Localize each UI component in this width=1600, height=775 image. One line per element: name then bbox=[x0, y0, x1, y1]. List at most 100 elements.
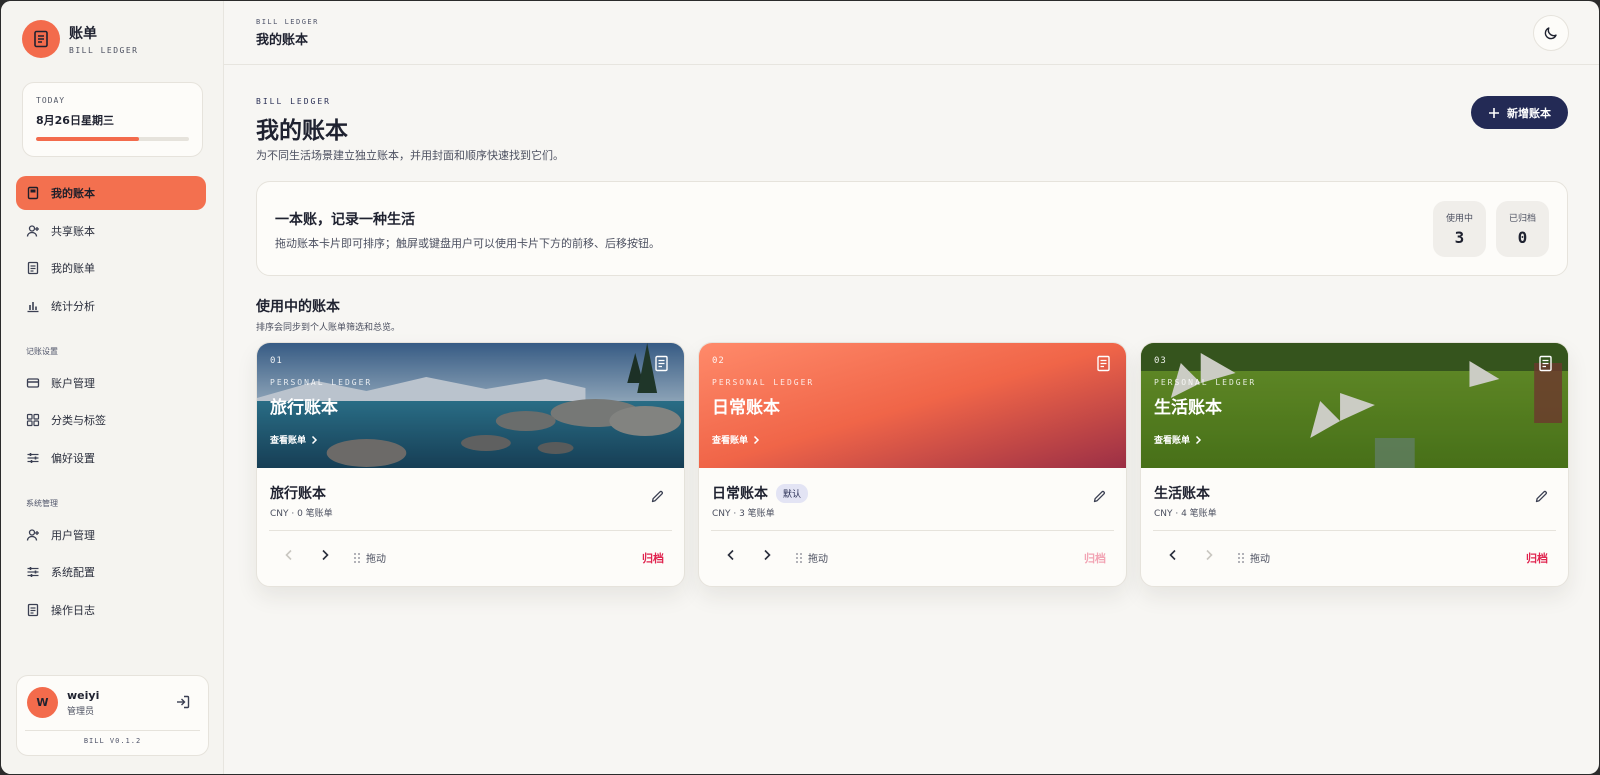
today-date: 8月26日星期三 bbox=[36, 114, 114, 127]
sidebar-item-categories[interactable]: 分类与标签 bbox=[16, 403, 206, 437]
sidebar: 账单 BILL LEDGER TODAY 8月26日星期三 我的账本 共享账本 … bbox=[1, 1, 224, 774]
stat-active: 使用中 3 bbox=[1433, 201, 1486, 257]
today-label: TODAY bbox=[36, 96, 66, 105]
topbar: BILL LEDGER 我的账本 bbox=[224, 1, 1599, 65]
move-prev-button[interactable] bbox=[1165, 547, 1181, 567]
ledger-card[interactable]: 01 PERSONAL LEDGER 旅行账本 查看账单 旅行账本 CNY · … bbox=[256, 342, 685, 587]
ledger-name: 日常账本 bbox=[712, 486, 768, 502]
edit-ledger-button[interactable] bbox=[1534, 489, 1548, 508]
user-plus-icon bbox=[26, 529, 39, 541]
drag-handle[interactable]: 拖动 bbox=[1237, 550, 1270, 565]
view-bills-label: 查看账单 bbox=[1154, 436, 1191, 446]
book-icon bbox=[27, 186, 39, 200]
ledger-eyebrow: PERSONAL LEDGER bbox=[1154, 378, 1257, 387]
ledger-order-number: 03 bbox=[1154, 356, 1167, 366]
move-next-button[interactable] bbox=[759, 547, 775, 567]
ledger-cover-title: 日常账本 bbox=[712, 398, 780, 418]
main-content: BILL LEDGER 我的账本 BILL LEDGER 我的账本 为不同生活场… bbox=[224, 1, 1599, 774]
plus-icon bbox=[1489, 107, 1499, 118]
add-ledger-button[interactable]: 新增账本 bbox=[1471, 96, 1568, 129]
ledger-name: 旅行账本 bbox=[270, 486, 326, 502]
chevron-right-icon bbox=[1206, 549, 1213, 561]
view-bills-link[interactable]: 查看账单 bbox=[270, 433, 318, 446]
ledger-name: 生活账本 bbox=[1154, 486, 1210, 502]
stat-archived: 已归档 0 bbox=[1496, 201, 1549, 257]
logout-button[interactable] bbox=[175, 694, 191, 714]
sidebar-item-my-ledgers[interactable]: 我的账本 bbox=[16, 176, 206, 210]
chevron-left-icon bbox=[285, 549, 292, 561]
ledger-cover[interactable]: 01 PERSONAL LEDGER 旅行账本 查看账单 bbox=[257, 343, 684, 468]
topbar-eyebrow: BILL LEDGER bbox=[256, 18, 319, 26]
user-plus-icon bbox=[26, 225, 39, 237]
ledger-cover[interactable]: 02 PERSONAL LEDGER 日常账本 查看账单 bbox=[699, 343, 1126, 468]
ledger-card[interactable]: 02 PERSONAL LEDGER 日常账本 查看账单 日常账本 默认 CNY… bbox=[698, 342, 1127, 587]
brand[interactable]: 账单 BILL LEDGER bbox=[22, 20, 138, 58]
ledger-eyebrow: PERSONAL LEDGER bbox=[270, 378, 373, 387]
sidebar-item-label: 统计分析 bbox=[51, 300, 95, 313]
sidebar-item-label: 账户管理 bbox=[51, 377, 95, 390]
drag-label: 拖动 bbox=[808, 554, 828, 565]
sidebar-item-users[interactable]: 用户管理 bbox=[16, 518, 206, 552]
pencil-icon bbox=[651, 490, 663, 503]
app-version: BILL V0.1.2 bbox=[83, 737, 142, 745]
receipt-icon bbox=[27, 603, 39, 617]
archive-button[interactable]: 归档 bbox=[642, 550, 664, 566]
drag-handle[interactable]: 拖动 bbox=[795, 550, 828, 565]
chevron-right-icon bbox=[753, 435, 760, 444]
default-badge: 默认 bbox=[776, 483, 809, 503]
ledger-cover[interactable]: 03 PERSONAL LEDGER 生活账本 查看账单 bbox=[1141, 343, 1568, 468]
archive-button[interactable]: 归档 bbox=[1084, 550, 1106, 566]
moon-icon bbox=[1544, 27, 1557, 40]
brand-title: 账单 bbox=[69, 26, 97, 42]
theme-toggle-button[interactable] bbox=[1533, 15, 1569, 51]
page-eyebrow: BILL LEDGER bbox=[256, 97, 331, 106]
sidebar-item-my-bills[interactable]: 我的账单 bbox=[16, 251, 206, 285]
drag-label: 拖动 bbox=[366, 554, 386, 565]
drag-handle[interactable]: 拖动 bbox=[353, 550, 386, 565]
drag-dots-icon bbox=[354, 552, 360, 563]
edit-ledger-button[interactable] bbox=[1092, 489, 1106, 508]
ledger-meta: CNY · 3 笔账单 bbox=[712, 509, 775, 519]
move-next-button[interactable] bbox=[317, 547, 333, 567]
ledger-name-row: 生活账本 bbox=[1154, 483, 1210, 503]
view-bills-link[interactable]: 查看账单 bbox=[712, 433, 760, 446]
topbar-title: 我的账本 bbox=[256, 33, 309, 48]
sidebar-item-preferences[interactable]: 偏好设置 bbox=[16, 441, 206, 475]
ledger-eyebrow: PERSONAL LEDGER bbox=[712, 378, 815, 387]
ledger-card[interactable]: 03 PERSONAL LEDGER 生活账本 查看账单 生活账本 CNY · … bbox=[1140, 342, 1569, 587]
move-prev-button[interactable] bbox=[723, 547, 739, 567]
avatar: W bbox=[27, 687, 58, 718]
stat-value: 3 bbox=[1454, 228, 1465, 247]
chevron-right-icon bbox=[764, 549, 771, 561]
divider bbox=[25, 730, 200, 731]
chevron-left-icon bbox=[727, 549, 734, 561]
view-bills-label: 查看账单 bbox=[712, 436, 749, 446]
drag-label: 拖动 bbox=[1250, 554, 1270, 565]
divider bbox=[711, 530, 1114, 531]
sliders-icon bbox=[27, 567, 39, 577]
chevron-right-icon bbox=[322, 549, 329, 561]
logout-icon bbox=[177, 695, 190, 709]
sidebar-item-shared-ledgers[interactable]: 共享账本 bbox=[16, 214, 206, 248]
receipt-icon bbox=[27, 261, 39, 275]
nav-section-system: 系统管理 bbox=[26, 499, 58, 508]
sidebar-item-system-config[interactable]: 系统配置 bbox=[16, 555, 206, 589]
sidebar-item-analytics[interactable]: 统计分析 bbox=[16, 289, 206, 323]
pencil-icon bbox=[1093, 490, 1105, 503]
move-prev-button[interactable] bbox=[281, 547, 297, 567]
user-role: 管理员 bbox=[67, 707, 95, 717]
sidebar-item-audit-log[interactable]: 操作日志 bbox=[16, 593, 206, 627]
stat-label: 已归档 bbox=[1508, 214, 1536, 224]
ledger-cover-title: 生活账本 bbox=[1154, 398, 1222, 418]
view-bills-link[interactable]: 查看账单 bbox=[1154, 433, 1202, 446]
pencil-icon bbox=[1535, 490, 1547, 503]
sidebar-item-accounts[interactable]: 账户管理 bbox=[16, 366, 206, 400]
move-next-button[interactable] bbox=[1201, 547, 1217, 567]
sidebar-item-label: 操作日志 bbox=[51, 604, 95, 617]
page-title: 我的账本 bbox=[256, 118, 348, 144]
bar-chart-icon bbox=[27, 302, 39, 313]
ledger-meta: CNY · 0 笔账单 bbox=[270, 509, 333, 519]
archive-button[interactable]: 归档 bbox=[1526, 550, 1548, 566]
edit-ledger-button[interactable] bbox=[650, 489, 664, 508]
divider bbox=[269, 530, 672, 531]
